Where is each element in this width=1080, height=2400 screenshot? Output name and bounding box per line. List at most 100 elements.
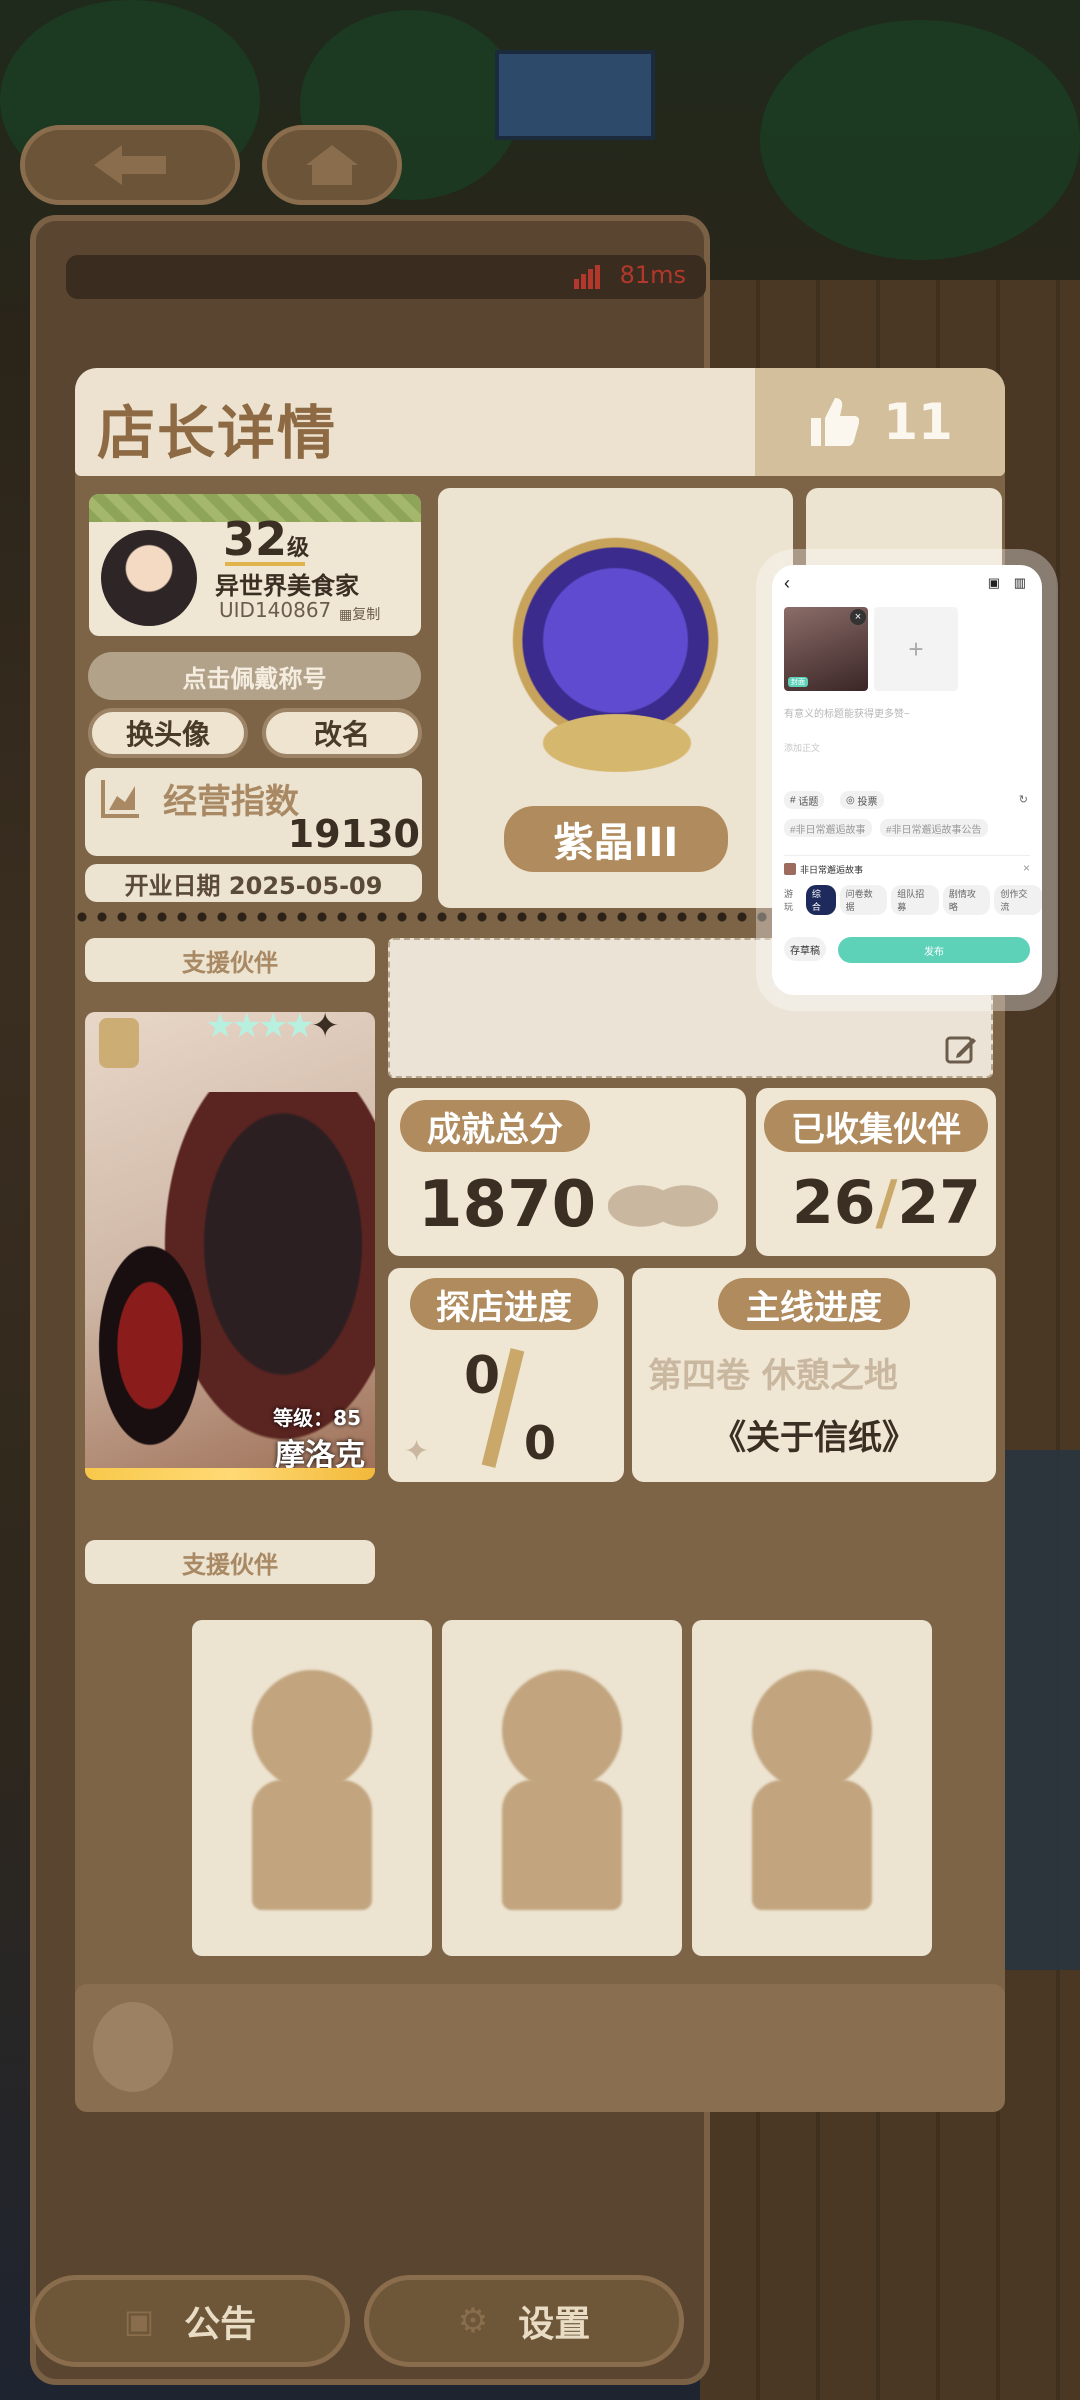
latency-text: 81ms	[619, 261, 686, 289]
achievement-label: 成就总分	[400, 1100, 590, 1152]
category-chip[interactable]: 组队招募	[891, 885, 939, 915]
post-composer-overlay: ‹ ▣ ▥ × 封面 + 有意义的标题能获得更多赞~ 添加正文 # 话题 ◎ 投…	[772, 565, 1042, 995]
gear-icon: ⚙	[457, 2301, 489, 2341]
profile-box: 32级 异世界美食家 UID140867 ▦复制	[85, 490, 425, 640]
support-partner-label: 支援伙伴	[85, 938, 375, 982]
category-chip[interactable]: 综合	[805, 885, 836, 915]
collected-current: 26	[792, 1168, 876, 1238]
thumbs-up-icon	[811, 398, 860, 446]
topic-button[interactable]: # 话题	[784, 791, 825, 809]
category-prefix: 游玩	[784, 889, 794, 912]
close-forum-icon[interactable]: ×	[1023, 861, 1030, 875]
partner-slot-1[interactable]	[192, 1620, 432, 1956]
notice-button[interactable]: ▣ 公告	[30, 2275, 350, 2367]
category-row: 游玩 综合 问卷数据 组队招募 剧情攻略 创作交流	[784, 885, 1042, 915]
suggested-tag-2[interactable]: #非日常邂逅故事公告	[880, 819, 988, 837]
copy-uid-button[interactable]: ▦复制	[339, 604, 380, 624]
home-button[interactable]	[262, 125, 402, 205]
settings-label: 设置	[518, 2304, 591, 2345]
vote-label: 投票	[857, 796, 878, 808]
background-tree	[760, 20, 1080, 260]
vote-button[interactable]: ◎ 投票	[840, 791, 884, 809]
cover-badge: 封面	[788, 677, 808, 687]
rank-name: 紫晶III	[504, 806, 728, 872]
partner-slot-2[interactable]	[442, 1620, 682, 1956]
signal-icon	[574, 265, 600, 289]
explore-progress-label: 探店进度	[410, 1278, 598, 1330]
add-image-button[interactable]: +	[874, 607, 958, 691]
settings-button[interactable]: ⚙ 设置	[364, 2275, 684, 2367]
empty-slot-icon	[502, 1670, 622, 1790]
silhouette-body	[502, 1780, 622, 1910]
arrow-left-icon	[94, 145, 166, 185]
book-icon[interactable]: ▥	[1014, 575, 1026, 591]
rarity-bar	[85, 1468, 375, 1480]
chart-icon	[101, 780, 139, 818]
like-count: 11	[883, 393, 953, 451]
latency-bar: 81ms	[66, 255, 706, 299]
page-title: 店长详情	[97, 399, 338, 467]
main-story-label: 主线进度	[718, 1278, 910, 1330]
rename-button[interactable]: 改名	[262, 708, 422, 758]
back-button[interactable]	[20, 125, 240, 205]
open-date: 开业日期 2025-05-09	[85, 864, 422, 902]
suggested-tag-1[interactable]: #非日常邂逅故事	[784, 819, 872, 837]
wear-title-button[interactable]: 点击佩戴称号	[88, 652, 421, 700]
achievement-value: 1870	[418, 1168, 597, 1242]
title-input[interactable]: 有意义的标题能获得更多赞~	[784, 705, 910, 720]
sparkle-icon: ✦	[404, 1434, 430, 1469]
bottom-decoration-panel	[75, 1984, 1005, 2112]
empty-slot-icon	[752, 1670, 872, 1790]
remove-image-icon[interactable]: ×	[850, 609, 866, 625]
like-button[interactable]: 11	[755, 368, 1005, 476]
vote-icon: ◎	[846, 794, 858, 806]
partner-slot-3[interactable]	[692, 1620, 932, 1956]
separator	[784, 855, 1030, 856]
silhouette-body	[252, 1780, 372, 1910]
briefcase-icon: ▣	[123, 2302, 155, 2340]
copy-label: 复制	[352, 607, 381, 623]
refresh-icon[interactable]: ↻	[1019, 793, 1028, 806]
silhouette-body	[752, 1780, 872, 1910]
explore-total: 0	[524, 1416, 557, 1470]
home-icon	[306, 145, 358, 185]
uploaded-image[interactable]: × 封面	[784, 607, 868, 691]
forum-name: 非日常邂逅故事	[800, 865, 864, 875]
partner-sprite	[85, 1242, 215, 1472]
category-chip[interactable]: 问卷数据	[839, 885, 888, 915]
collected-partners-label: 已收集伙伴	[764, 1100, 988, 1152]
draft-box-icon[interactable]: ▣	[988, 575, 1000, 591]
category-chip[interactable]: 创作交流	[994, 885, 1042, 915]
background-awning	[495, 50, 655, 140]
category-chip[interactable]: 剧情攻略	[942, 885, 991, 915]
attribute-badge-icon	[99, 1018, 139, 1068]
publish-button[interactable]: 发布	[838, 937, 1030, 963]
topic-label: 话题	[798, 796, 819, 808]
collected-total: 27	[897, 1168, 981, 1238]
coffee-bean-icon	[608, 1158, 718, 1238]
save-draft-button[interactable]: 存草稿	[784, 937, 826, 961]
explore-current: 0	[464, 1346, 501, 1406]
edit-icon[interactable]	[945, 1034, 977, 1066]
main-story-episode: 《关于信纸》	[712, 1418, 916, 1458]
explore-progress-box: 探店进度 0 0 ✦	[388, 1268, 624, 1482]
player-level-unit: 级	[287, 536, 310, 561]
forum-avatar	[784, 863, 796, 875]
support-partners-label: 支援伙伴	[85, 1540, 375, 1584]
support-partner-card[interactable]: ★★★★✦ 等级：85 摩洛克	[85, 1012, 375, 1480]
achievement-box: 成就总分 1870	[388, 1088, 746, 1256]
back-icon[interactable]: ‹	[784, 573, 790, 594]
business-index-value: 19130	[287, 812, 420, 856]
player-level: 32级	[223, 512, 309, 566]
player-level-value: 32	[223, 512, 288, 566]
change-avatar-button[interactable]: 换头像	[88, 708, 248, 758]
collected-partners-value: 26/27	[792, 1168, 981, 1238]
coffee-bean-icon	[93, 2002, 173, 2092]
collected-separator: /	[875, 1168, 898, 1238]
avatar[interactable]	[101, 530, 197, 626]
body-input[interactable]: 添加正文	[784, 741, 820, 754]
collected-partners-box: 已收集伙伴 26/27	[756, 1088, 996, 1256]
rank-panel: 紫晶III	[438, 488, 793, 908]
card-header: 店长详情 11	[75, 368, 1005, 476]
empty-slot-icon	[252, 1670, 372, 1790]
